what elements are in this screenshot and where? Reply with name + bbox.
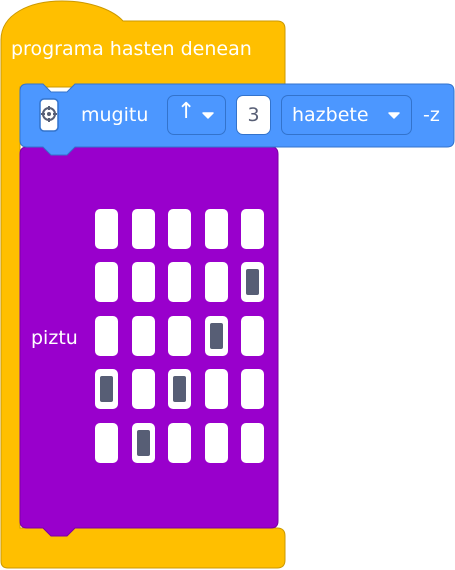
move-suffix: -z (423, 104, 440, 126)
led-cell-r4-c3[interactable] (168, 369, 191, 409)
led-cell-r5-c3[interactable] (168, 423, 191, 463)
led-cell-r5-c5[interactable] (241, 423, 264, 463)
led-cell-r3-c1[interactable] (95, 316, 118, 356)
led-cell-r4-c5[interactable] (241, 369, 264, 409)
hat-block-label: programa hasten denean (11, 38, 252, 60)
led-cell-r1-c1[interactable] (95, 209, 118, 249)
amount-input[interactable]: 3 (236, 95, 271, 135)
led-cell-r2-c2[interactable] (132, 262, 155, 302)
led-cell-r4-c1[interactable] (95, 369, 118, 409)
direction-dropdown[interactable]: ↑ (167, 95, 226, 135)
led-cell-r1-c4[interactable] (205, 209, 228, 249)
led-cell-r2-c5[interactable] (241, 262, 264, 302)
led-cell-r2-c1[interactable] (95, 262, 118, 302)
unit-value: hazbete (292, 104, 369, 126)
led-cell-r4-c2[interactable] (132, 369, 155, 409)
motor-icon (39, 98, 59, 132)
unit-dropdown[interactable]: hazbete (281, 95, 412, 135)
light-label: piztu (31, 327, 78, 349)
chevron-down-icon (388, 112, 400, 119)
led-cell-r5-c2[interactable] (132, 423, 155, 463)
direction-value: ↑ (177, 99, 196, 124)
led-cell-r1-c5[interactable] (241, 209, 264, 249)
led-cell-r2-c3[interactable] (168, 262, 191, 302)
move-label: mugitu (81, 104, 149, 126)
led-cell-r5-c4[interactable] (205, 423, 228, 463)
led-cell-r3-c4[interactable] (205, 316, 228, 356)
led-cell-r3-c5[interactable] (241, 316, 264, 356)
chevron-down-icon (202, 112, 214, 119)
led-cell-r5-c1[interactable] (95, 423, 118, 463)
led-cell-r4-c4[interactable] (205, 369, 228, 409)
led-cell-r1-c3[interactable] (168, 209, 191, 249)
led-cell-r2-c4[interactable] (205, 262, 228, 302)
light-matrix[interactable] (95, 209, 268, 467)
led-cell-r1-c2[interactable] (132, 209, 155, 249)
led-cell-r3-c3[interactable] (168, 316, 191, 356)
led-cell-r3-c2[interactable] (132, 316, 155, 356)
